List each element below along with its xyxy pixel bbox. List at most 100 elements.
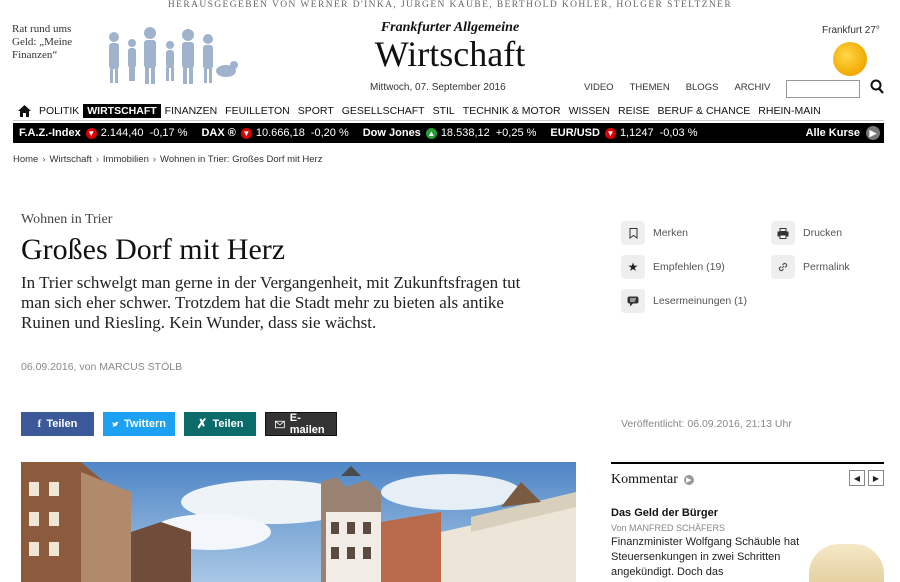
breadcrumb: Home › Wirtschaft › Immobilien › Wohnen … <box>13 154 322 165</box>
breadcrumb-immobilien[interactable]: Immobilien <box>103 154 149 165</box>
ticker-value: 2.144,40 <box>100 127 144 139</box>
market-ticker: F.A.Z.-Index ▼ 2.144,40 -0,17 % DAX ® ▼ … <box>13 123 884 143</box>
nav-item-wissen[interactable]: WISSEN <box>565 104 614 118</box>
ticker-change: -0,03 % <box>659 127 698 139</box>
twitter-bird-icon <box>112 421 120 427</box>
arrow-down-icon: ▼ <box>604 127 616 139</box>
kommentar-headline[interactable]: Das Geld der Bürger <box>611 507 718 519</box>
header-link-video[interactable]: VIDEO <box>584 82 614 93</box>
header-link-archiv[interactable]: ARCHIV <box>734 82 770 93</box>
ticker-value: 1,1247 <box>619 127 654 139</box>
ticker-dow-jones[interactable]: Dow Jones ▲ 18.538,12 +0,25 % <box>363 127 537 139</box>
ticker-name: DAX ® <box>201 127 236 139</box>
envelope-icon <box>275 420 285 428</box>
nav-item-politik[interactable]: POLITIK <box>35 104 83 118</box>
home-icon[interactable] <box>13 102 35 121</box>
kommentar-box: Kommentar ▶ ◀ ▶ Das Geld der Bürger Von … <box>611 462 884 582</box>
previous-arrow-icon[interactable]: ◀ <box>849 470 865 486</box>
arrow-down-icon: ▼ <box>240 127 252 139</box>
nav-item-wirtschaft[interactable]: WIRTSCHAFT <box>83 104 161 118</box>
chevron-right-icon: › <box>95 154 99 165</box>
header-link-blogs[interactable]: BLOGS <box>686 82 719 93</box>
share-xing-button[interactable]: ✗ Teilen <box>184 412 256 436</box>
chevron-right-icon: ▶ <box>683 475 694 485</box>
empfehlen-action[interactable]: ★ Empfehlen (19) <box>621 255 725 279</box>
kommentar-pager: ◀ ▶ <box>849 470 884 486</box>
xing-icon: ✗ <box>196 416 208 431</box>
current-date: Mittwoch, 07. September 2016 <box>370 82 506 93</box>
ticker-faz-index[interactable]: F.A.Z.-Index ▼ 2.144,40 -0,17 % <box>19 127 187 139</box>
nav-item-reise[interactable]: REISE <box>614 104 654 118</box>
kommentar-author: Von MANFRED SCHÄFERS <box>611 523 726 533</box>
header-links: VIDEO THEMEN BLOGS ARCHIV <box>584 82 770 93</box>
ticker-dax[interactable]: DAX ® ▼ 10.666,18 -0,20 % <box>201 127 348 139</box>
ticker-name: Dow Jones <box>362 127 421 139</box>
bookmark-icon <box>621 221 645 245</box>
ticker-change: -0,17 % <box>149 127 188 139</box>
ticker-value: 18.538,12 <box>440 127 490 139</box>
all-quotes-label: Alle Kurse <box>805 127 860 139</box>
merken-action[interactable]: Merken <box>621 221 688 245</box>
share-buttons: f Teilen Twittern ✗ Teilen E-mailen <box>21 412 337 436</box>
header-link-themen[interactable]: THEMEN <box>630 82 670 93</box>
faz-wirtschaft-logo[interactable]: Frankfurter Allgemeine Wirtschaft <box>340 20 560 72</box>
permalink-label: Permalink <box>803 261 850 273</box>
article-headline: Großes Dorf mit Herz <box>21 233 286 266</box>
nav-item-gesellschaft[interactable]: GESELLSCHAFT <box>338 104 429 118</box>
publisher-line: HERAUSGEGEBEN VON WERNER D'INKA, JÜRGEN … <box>167 0 733 10</box>
ticker-name: EUR/USD <box>550 127 600 139</box>
sun-icon <box>833 42 867 76</box>
next-arrow-icon[interactable]: ▶ <box>868 470 884 486</box>
share-facebook-button[interactable]: f Teilen <box>21 412 94 436</box>
search-input[interactable] <box>786 80 860 98</box>
ticker-change: -0,20 % <box>310 127 349 139</box>
logo-big: Wirtschaft <box>374 34 526 74</box>
nav-item-rhein-main[interactable]: RHEIN-MAIN <box>754 104 824 118</box>
main-navigation: POLITIK WIRTSCHAFT FINANZEN FEUILLETON S… <box>13 102 884 121</box>
chevron-right-icon: › <box>152 154 157 165</box>
nav-item-feuilleton[interactable]: FEUILLETON <box>221 104 294 118</box>
kommentar-title-label: Kommentar <box>611 472 678 487</box>
share-twitter-button[interactable]: Twittern <box>103 412 175 436</box>
nav-item-sport[interactable]: SPORT <box>294 104 338 118</box>
lesermeinungen-label: Lesermeinungen (1) <box>653 295 747 307</box>
chevron-right-icon: › <box>42 154 46 165</box>
arrow-down-icon: ▼ <box>85 127 97 139</box>
share-email-button[interactable]: E-mailen <box>265 412 337 436</box>
printer-icon <box>771 221 795 245</box>
nav-item-finanzen[interactable]: FINANZEN <box>161 104 222 118</box>
ticker-change: +0,25 % <box>495 127 537 139</box>
nav-item-stil[interactable]: STIL <box>429 104 459 118</box>
merken-label: Merken <box>653 227 689 239</box>
share-email-label: E-mailen <box>289 412 325 436</box>
search-icon[interactable] <box>870 79 884 95</box>
breadcrumb-home[interactable]: Home <box>13 154 38 165</box>
empfehlen-label: Empfehlen (19) <box>653 261 725 273</box>
nav-item-technik-motor[interactable]: TECHNIK & MOTOR <box>459 104 565 118</box>
permalink-action[interactable]: Permalink <box>771 255 850 279</box>
drucken-action[interactable]: Drucken <box>771 221 842 245</box>
published-timestamp: Veröffentlicht: 06.09.2016, 21:13 Uhr <box>621 418 792 430</box>
ticker-value: 10.666,18 <box>255 127 305 139</box>
share-facebook-label: Teilen <box>46 418 78 430</box>
kommentar-title[interactable]: Kommentar ▶ <box>611 472 694 488</box>
breadcrumb-wirtschaft[interactable]: Wirtschaft <box>50 154 92 165</box>
lesermeinungen-action[interactable]: Lesermeinungen (1) <box>621 289 747 313</box>
share-twitter-label: Twittern <box>124 418 166 430</box>
article-byline: 06.09.2016, von MARCUS STÖLB <box>21 361 183 373</box>
speech-bubble-icon <box>621 289 645 313</box>
chevron-right-icon: ▶ <box>866 126 880 140</box>
drucken-label: Drucken <box>803 227 843 239</box>
facebook-icon: f <box>37 418 42 430</box>
finanzen-promo[interactable]: Rat rund ums Geld: „Meine Finanzen“ <box>12 23 238 84</box>
ticker-name: F.A.Z.-Index <box>19 127 81 139</box>
nav-item-beruf-chance[interactable]: BERUF & CHANCE <box>654 104 755 118</box>
weather-city-temp[interactable]: Frankfurt 27° <box>822 25 880 36</box>
kommentar-author-photo <box>809 544 884 582</box>
breadcrumb-current: Wohnen in Trier: Großes Dorf mit Herz <box>160 154 323 165</box>
trier-market-photo[interactable] <box>21 462 576 582</box>
ticker-eur-usd[interactable]: EUR/USD ▼ 1,1247 -0,03 % <box>550 127 697 139</box>
star-icon: ★ <box>621 255 645 279</box>
all-quotes-link[interactable]: Alle Kurse ▶ <box>806 123 884 143</box>
share-xing-label: Teilen <box>212 418 244 430</box>
